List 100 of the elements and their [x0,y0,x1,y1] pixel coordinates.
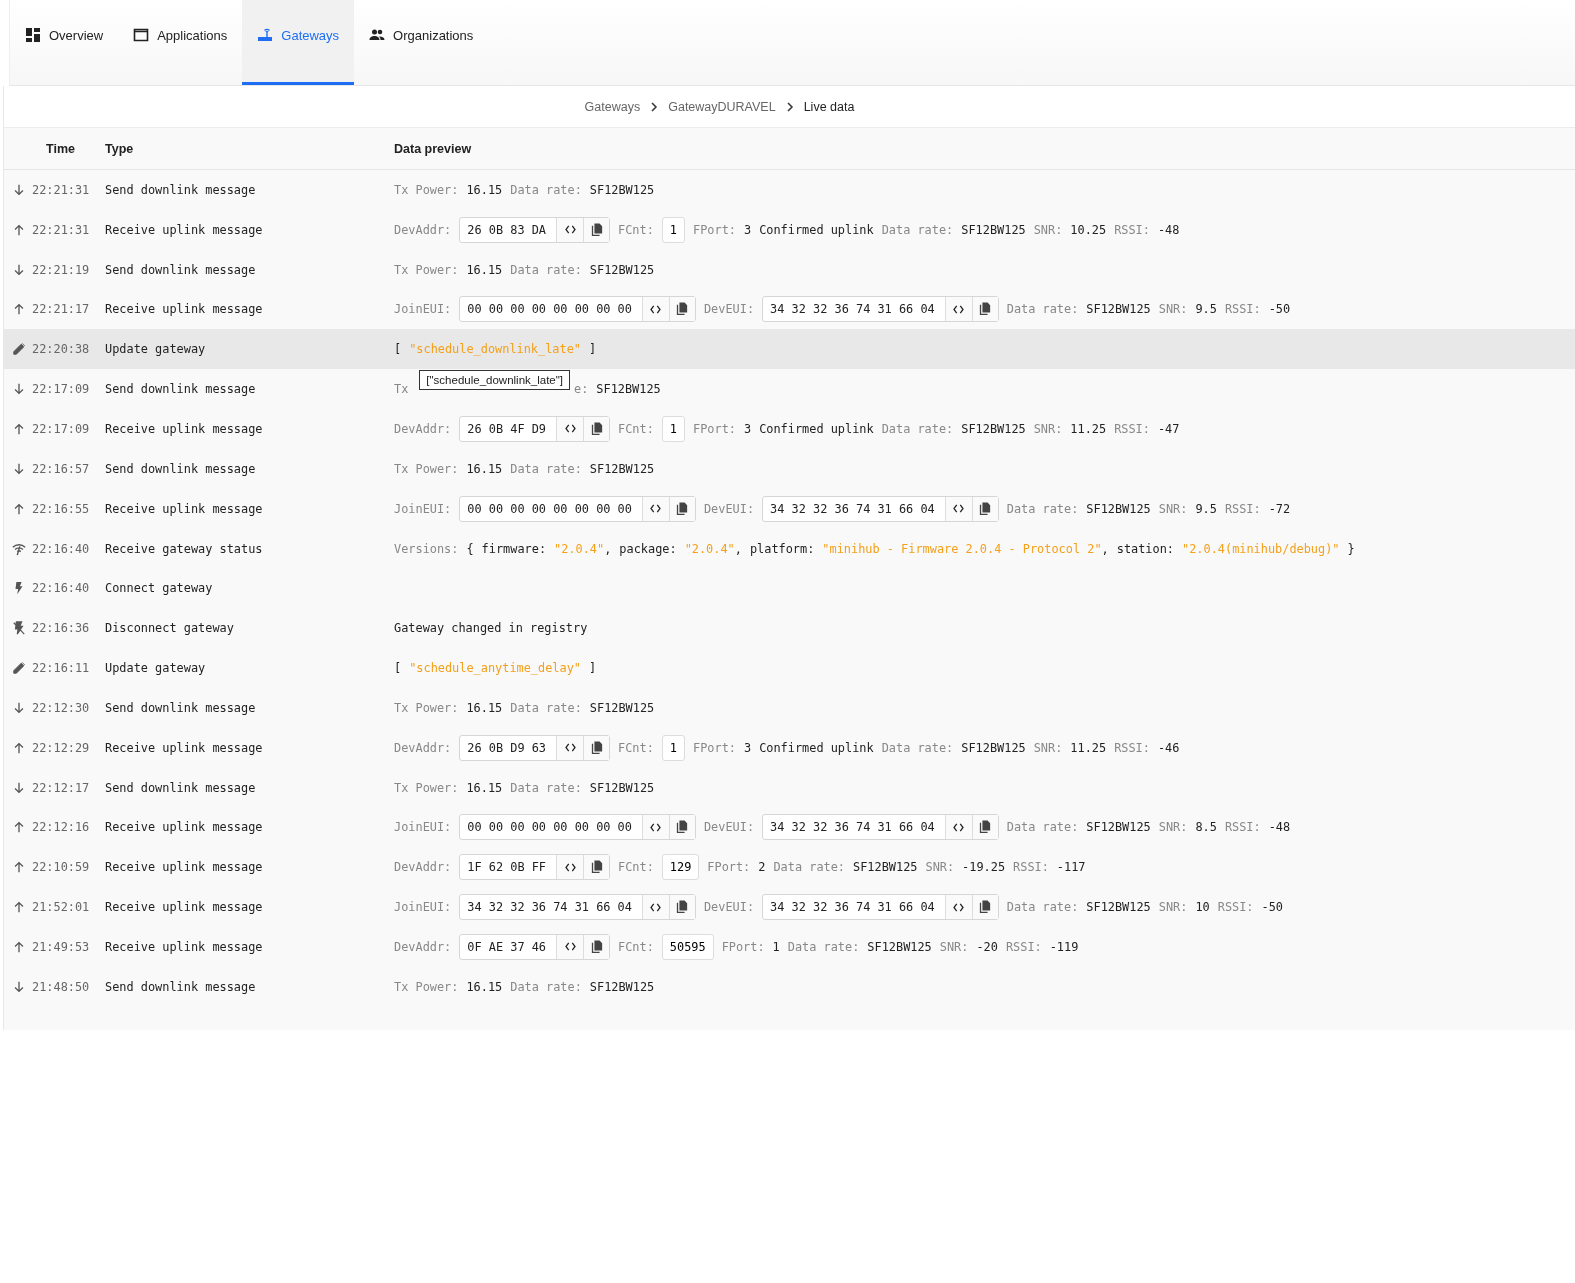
field-value: 9.5 [1195,501,1217,516]
copy-button[interactable] [971,815,998,840]
copy-button[interactable] [971,496,998,521]
toggle-format-button[interactable] [945,895,972,920]
code-icon [650,504,662,514]
field-label: FPort: [707,860,751,875]
type-cell-text: Receive uplink message [105,900,264,915]
arrow-up-icon [12,740,26,755]
field-label: JoinEUI: [394,302,452,317]
field-label: Data rate: [510,700,582,715]
field-label: SNR: [1158,501,1188,516]
field-value: SF12BW125 [589,262,655,277]
toggle-format-button[interactable] [642,815,669,840]
toggle-format-button[interactable] [557,217,584,242]
table-row[interactable]: 22:20:38 Update gateway [ "schedule_downlink_late" ] [4,329,1575,370]
copy-button[interactable] [971,297,998,322]
string-value: "2.0.4(minihub/debug)" [1182,541,1340,556]
time-cell: 21:49:53 [32,939,90,954]
field-value: SF12BW125 [589,700,655,715]
toggle-format-button[interactable] [557,934,584,959]
toggle-format-button[interactable] [642,496,669,521]
type-cell-text: Send downlink message [105,182,257,197]
toggle-format-button[interactable] [557,855,584,880]
string-value: "minihub - Firmware 2.0.4 - Protocol 2" [822,541,1102,556]
copy-button[interactable] [668,815,695,840]
nav-tab[interactable]: Organizations [354,0,489,85]
time-cell: 22:21:31 [32,222,90,237]
copy-icon [979,501,992,516]
copy-button[interactable] [668,496,695,521]
field-value: -46 [1157,740,1180,755]
copy-button[interactable] [583,217,610,242]
field-label: Data rate: [787,939,860,954]
field-value: SF12BW125 [961,740,1026,755]
field-label: DevEUI: [703,501,755,516]
time-cell: 22:16:55 [32,501,90,516]
code-icon [953,304,965,314]
field-value: -117 [1056,860,1086,875]
copy-button[interactable] [583,417,610,441]
toggle-format-button[interactable] [945,297,972,322]
nav-tab[interactable]: Overview [10,0,119,85]
field-label: Tx Power: [394,780,459,795]
router-icon [257,27,274,43]
field-label: Data rate: [773,860,846,875]
copy-button[interactable] [668,297,695,322]
field-label: FPort: [721,939,765,954]
field-value: -72 [1268,501,1291,516]
code-icon [953,822,965,832]
copy-button[interactable] [583,855,610,880]
field-label: DevAddr: [394,422,452,436]
arrow-up-icon [12,302,26,317]
field-label: SNR: [1158,900,1188,915]
copy-icon [590,939,603,954]
arrow-down-icon [12,461,26,476]
punctuation: , [734,541,742,556]
field-value: 16.15 [466,461,503,476]
field-label: Tx Power: [394,262,459,277]
code-icon [650,902,662,912]
copy-button[interactable] [668,895,695,920]
field-value: { [466,541,474,556]
copy-button[interactable] [971,895,998,920]
copy-icon [676,302,689,317]
toggle-format-button[interactable] [945,496,972,521]
copy-icon [590,222,603,237]
field-value: -50 [1261,900,1283,915]
field-label: SNR: [1033,422,1063,436]
nav-tab[interactable]: Gateways [242,0,355,85]
toggle-format-button[interactable] [557,735,584,760]
field-label: Versions: [394,541,459,556]
breadcrumb-link[interactable]: GatewayDURAVEL [668,99,776,114]
copy-button[interactable] [583,735,610,760]
value-field: 1 [661,416,685,442]
string-value: "schedule_anytime_delay" [409,661,581,676]
type-cell-text: Receive uplink message [105,422,264,436]
time-cell: 22:16:40 [32,541,90,556]
copy-icon [590,860,603,875]
toggle-format-button[interactable] [557,417,584,441]
toggle-format-button[interactable] [642,297,669,322]
string-value: "2.0.4" [554,541,605,556]
code-icon [564,862,576,872]
field-label: DevEUI: [703,302,755,317]
breadcrumb-link[interactable]: Live data [803,99,855,114]
field-label: RSSI: [1013,860,1049,875]
field-value: package: [619,541,677,556]
time-cell: 22:12:30 [32,700,90,715]
arrow-down-icon [12,182,26,197]
toggle-format-button[interactable] [642,895,669,920]
nav-tab[interactable]: Applications [118,0,243,85]
copy-icon [590,422,603,436]
toggle-format-button[interactable] [945,815,972,840]
copy-icon [979,820,992,835]
code-icon [953,504,965,514]
field-value: station: [1116,541,1174,556]
time-cell: 22:12:29 [32,740,90,755]
breadcrumb-link[interactable]: Gateways [584,99,641,114]
time-cell: 22:10:59 [32,860,90,875]
punctuation: , [604,541,612,556]
copy-button[interactable] [583,934,610,959]
field-label: RSSI: [1217,900,1254,915]
field-label: FPort: [693,222,736,237]
signal-icon [12,541,26,556]
